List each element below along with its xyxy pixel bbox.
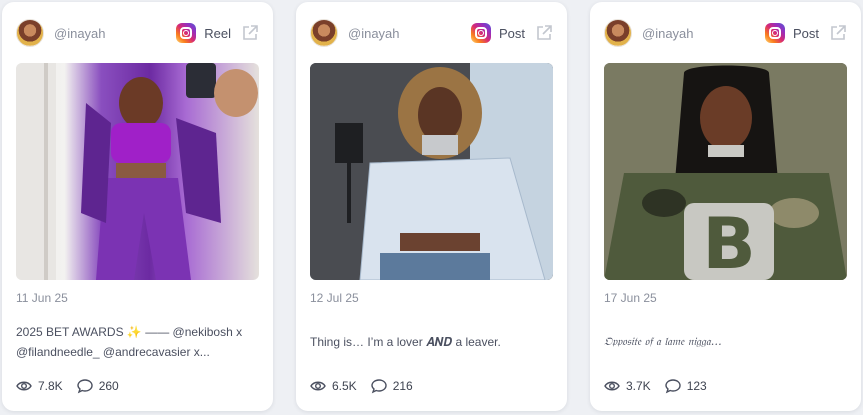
comment-icon: [370, 379, 387, 394]
post-stats: 3.7K 123: [604, 377, 707, 395]
instagram-icon: [176, 23, 197, 43]
post-date: 12 Jul 25: [310, 291, 359, 305]
comments-count: 123: [686, 379, 707, 393]
post-caption: 𝔒𝔭𝔭𝔬𝔰𝔦𝔱𝔢 𝔬𝔣 𝔞 𝔩𝔞𝔪𝔢 𝔫𝔦𝔤𝔤𝔞…: [604, 335, 722, 348]
post-type-label: Post: [498, 25, 525, 41]
post-card[interactable]: @inayah Post B 17 Jun 25 𝔒𝔭𝔭𝔬𝔰𝔦𝔱𝔢 𝔬𝔣 𝔞 𝔩…: [590, 2, 861, 411]
post-card[interactable]: @inayah Post 12 Jul 25 Thing is… I’m a l…: [296, 2, 567, 411]
username[interactable]: @inayah: [348, 26, 400, 41]
comment-icon: [76, 379, 93, 394]
comments-count: 260: [98, 379, 119, 393]
username[interactable]: @inayah: [642, 26, 694, 41]
eye-icon: [16, 381, 32, 391]
post-date: 11 Jun 25: [16, 291, 68, 305]
post-thumbnail[interactable]: B: [604, 63, 847, 280]
card-header: @inayah Post: [604, 18, 847, 48]
external-link-icon[interactable]: [829, 24, 847, 42]
post-thumbnail[interactable]: [310, 63, 553, 280]
username[interactable]: @inayah: [54, 26, 106, 41]
comment-icon: [664, 379, 681, 394]
comments-count: 216: [392, 379, 413, 393]
eye-icon: [604, 381, 620, 391]
eye-icon: [310, 381, 326, 391]
post-type-label: Reel: [204, 25, 231, 41]
avatar[interactable]: [310, 19, 338, 47]
avatar[interactable]: [16, 19, 44, 47]
views-count: 7.8K: [38, 379, 63, 393]
post-thumbnail[interactable]: [16, 63, 259, 280]
card-header: @inayah Reel: [16, 18, 259, 48]
instagram-icon: [470, 23, 491, 43]
post-caption: 2025 BET AWARDS ✨ —— @nekibosh x @filand…: [16, 325, 243, 359]
post-stats: 7.8K 260: [16, 377, 119, 395]
external-link-icon[interactable]: [241, 24, 259, 42]
post-type-label: Post: [792, 25, 819, 41]
external-link-icon[interactable]: [535, 24, 553, 42]
card-header: @inayah Post: [310, 18, 553, 48]
views-count: 6.5K: [332, 379, 357, 393]
instagram-icon: [764, 23, 785, 43]
svg-text:B: B: [702, 203, 755, 280]
post-stats: 6.5K 216: [310, 377, 413, 395]
post-card[interactable]: @inayah Reel 11 Jun 25 2025 BET AWARDS ✨…: [2, 2, 273, 411]
post-caption: Thing is… I’m a lover 𝑨𝑵𝑫 a leaver.: [310, 335, 501, 349]
views-count: 3.7K: [626, 379, 651, 393]
post-date: 17 Jun 25: [604, 291, 657, 305]
avatar[interactable]: [604, 19, 632, 47]
